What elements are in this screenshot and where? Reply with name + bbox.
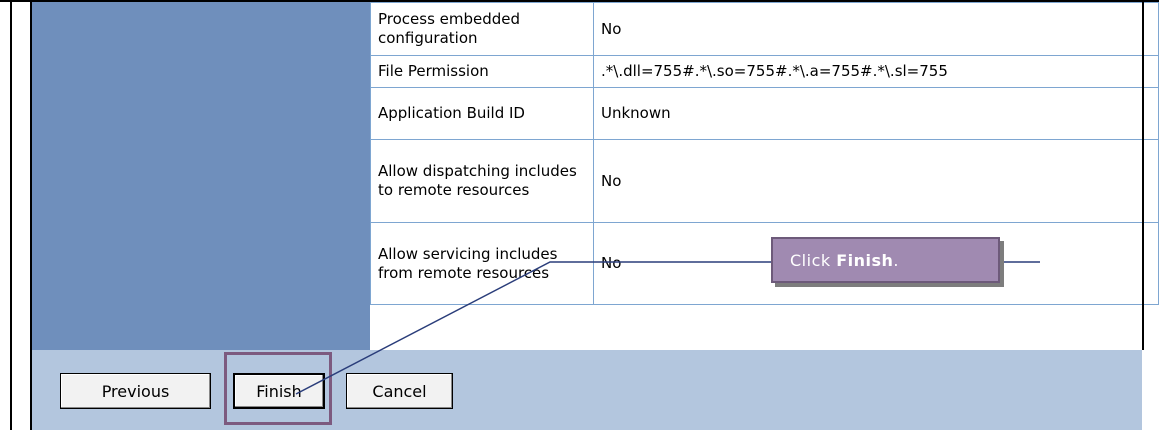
- property-value: Unknown: [593, 87, 1159, 140]
- callout-prefix: Click: [790, 250, 831, 270]
- property-value: No: [593, 2, 1159, 56]
- table-row: Allow dispatching includes to remote res…: [370, 139, 1159, 223]
- table-row: File Permission .*\.dll=755#.*\.so=755#.…: [370, 55, 1159, 88]
- property-label: Allow servicing includes from remote res…: [370, 222, 594, 305]
- property-label: Application Build ID: [370, 87, 594, 140]
- summary-properties-table: Process embedded configuration No File P…: [370, 2, 1159, 305]
- table-row: Application Build ID Unknown: [370, 87, 1159, 140]
- property-label: Process embedded configuration: [370, 2, 594, 56]
- property-label: Allow dispatching includes to remote res…: [370, 139, 594, 223]
- property-value: .*\.dll=755#.*\.so=755#.*\.a=755#.*\.sl=…: [593, 55, 1159, 88]
- frame-left-outer-border: [10, 0, 12, 430]
- property-label: File Permission: [370, 55, 594, 88]
- callout-emphasis: Finish: [836, 250, 894, 270]
- table-row: Allow servicing includes from remote res…: [370, 222, 1159, 305]
- finish-button[interactable]: Finish: [233, 373, 325, 409]
- frame-right-border: [1142, 0, 1144, 350]
- callout-suffix: .: [893, 250, 900, 270]
- instruction-callout: Click Finish.: [771, 237, 1000, 283]
- table-row: Process embedded configuration No: [370, 2, 1159, 56]
- previous-button[interactable]: Previous: [60, 373, 211, 409]
- property-value: No: [593, 139, 1159, 223]
- cancel-button[interactable]: Cancel: [346, 373, 453, 409]
